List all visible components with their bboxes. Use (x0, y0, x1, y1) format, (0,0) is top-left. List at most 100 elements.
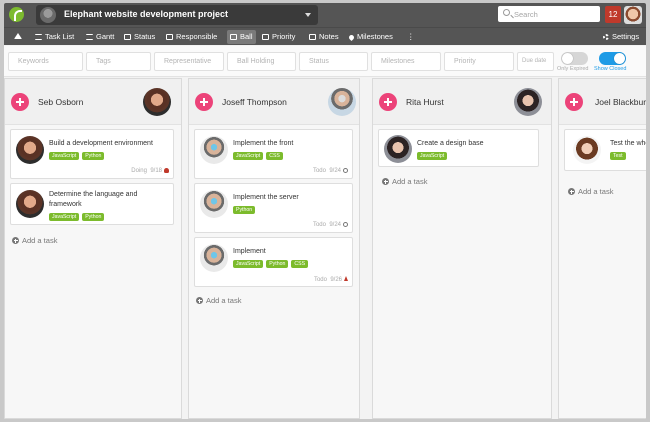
task-status: Todo (312, 168, 326, 174)
view-nav: Task List Gantt Status Responsible Ball … (4, 27, 646, 45)
due-date-filter[interactable]: Due date (517, 52, 554, 71)
tag-list: JavaScript Python (49, 152, 107, 160)
only-expired-toggle[interactable] (561, 52, 588, 65)
task-card[interactable]: Build a development environment JavaScri… (10, 129, 174, 179)
avatar (143, 88, 171, 116)
add-task-plus-icon[interactable] (195, 93, 213, 111)
status-filter[interactable]: Status (299, 52, 368, 71)
milestones-filter[interactable]: Milestones (371, 52, 441, 71)
avatar (200, 244, 228, 272)
search-box[interactable] (498, 6, 600, 22)
task-meta: Todo 9/24 (313, 222, 348, 228)
task-title: Implement (233, 248, 266, 255)
task-meta: Todo 9/26 (314, 276, 348, 283)
task-title: Implement the server (233, 194, 299, 201)
column-joel-blackburn: Joel Blackburn Test the whole Test Add a… (558, 78, 646, 419)
task-date: 9/18 (150, 168, 162, 174)
task-title: Implement the front (233, 140, 294, 147)
column-name: Rita Hurst (406, 97, 444, 107)
pin-icon (347, 33, 356, 42)
tag-list: JavaScript Python CSS (233, 260, 311, 268)
search-icon (503, 9, 510, 16)
more-menu-button[interactable]: ⋮ (404, 30, 418, 44)
board-icon (166, 34, 173, 40)
add-task-link[interactable]: Add a task (12, 236, 57, 245)
tags-filter[interactable]: Tags (86, 52, 151, 71)
add-circle-icon (568, 188, 575, 195)
tag: JavaScript (417, 152, 448, 160)
tag: JavaScript (233, 260, 264, 268)
column-header: Rita Hurst (373, 79, 551, 125)
tag-list: JavaScript Python (49, 213, 107, 221)
task-date: 9/26 (330, 277, 342, 283)
app-logo-icon[interactable] (9, 7, 24, 22)
task-meta: Doing 9/18 (131, 168, 169, 174)
tag: CSS (291, 260, 309, 268)
tag: Python (266, 260, 289, 268)
chevron-down-icon (305, 13, 311, 17)
task-card[interactable]: Test the whole Test (564, 129, 646, 171)
add-task-plus-icon[interactable] (565, 93, 583, 111)
tag: JavaScript (49, 213, 80, 221)
task-card[interactable]: Implement JavaScript Python CSS Todo 9/26 (194, 237, 353, 287)
nav-task-list[interactable]: Task List (32, 30, 77, 44)
nav-notes[interactable]: Notes (306, 30, 342, 44)
add-circle-icon (382, 178, 389, 185)
tag: JavaScript (233, 152, 264, 160)
column-name: Joseff Thompson (222, 97, 287, 107)
tag-list: Test (610, 152, 629, 160)
add-task-link[interactable]: Add a task (382, 177, 427, 186)
nav-status[interactable]: Status (121, 30, 158, 44)
avatar (200, 136, 228, 164)
search-input[interactable] (514, 8, 596, 20)
avatar (16, 190, 44, 218)
task-status: Todo (312, 222, 326, 228)
keywords-filter[interactable]: Keywords (8, 52, 83, 71)
tag: Python (82, 152, 105, 160)
tag: Test (610, 152, 626, 160)
add-task-link[interactable]: Add a task (196, 296, 241, 305)
user-avatar[interactable] (624, 6, 642, 24)
nav-home[interactable] (11, 30, 25, 44)
tag: JavaScript (49, 152, 80, 160)
avatar (200, 190, 228, 218)
add-task-plus-icon[interactable] (379, 93, 397, 111)
task-title: Determine the language and framework (49, 191, 138, 208)
list-icon (35, 34, 42, 40)
add-circle-icon (196, 297, 203, 304)
nav-responsible[interactable]: Responsible (163, 30, 220, 44)
top-bar: Elephant website development project 12 (4, 3, 646, 27)
add-task-plus-icon[interactable] (11, 93, 29, 111)
nav-milestones[interactable]: Milestones (346, 30, 396, 44)
nav-gantt[interactable]: Gantt (83, 30, 117, 44)
task-card[interactable]: Create a design base JavaScript (378, 129, 539, 167)
filter-bar: Keywords Tags Representative Ball Holdin… (4, 46, 646, 77)
task-card[interactable]: Implement the server Python Todo 9/24 (194, 183, 353, 233)
nav-ball[interactable]: Ball (227, 30, 256, 44)
priority-filter[interactable]: Priority (444, 52, 514, 71)
column-rita-hurst: Rita Hurst Create a design base JavaScri… (372, 78, 552, 419)
gantt-icon (86, 34, 93, 40)
arrow-up-icon (344, 276, 348, 281)
avatar (573, 136, 601, 164)
avatar (384, 135, 412, 163)
show-closed-toggle[interactable] (599, 52, 626, 65)
project-avatar (40, 7, 56, 23)
board-icon (124, 34, 131, 40)
clock-icon (343, 168, 348, 173)
ball-holding-filter[interactable]: Ball Holding (227, 52, 296, 71)
tag: Python (233, 206, 256, 214)
representative-filter[interactable]: Representative (154, 52, 224, 71)
notification-badge[interactable]: 12 (605, 6, 621, 23)
add-task-link[interactable]: Add a task (568, 187, 613, 196)
column-header: Joel Blackburn (559, 79, 646, 125)
task-meta: Todo 9/24 (313, 168, 348, 174)
task-card[interactable]: Determine the language and framework Jav… (10, 183, 174, 225)
add-circle-icon (12, 237, 19, 244)
settings-button[interactable]: Settings (600, 30, 642, 44)
board-icon (262, 34, 269, 40)
project-selector[interactable]: Elephant website development project (36, 5, 318, 25)
column-joseff-thompson: Joseff Thompson Implement the front Java… (188, 78, 360, 419)
task-card[interactable]: Implement the front JavaScript CSS Todo 9… (194, 129, 353, 179)
nav-priority[interactable]: Priority (259, 30, 298, 44)
